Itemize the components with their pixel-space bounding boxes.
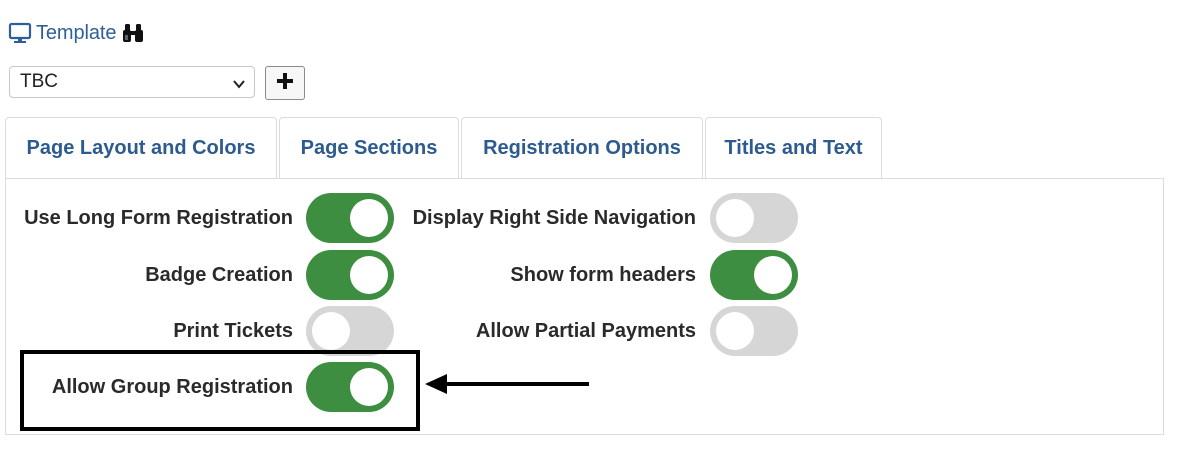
toggle-knob [350, 256, 388, 294]
add-template-button[interactable] [265, 66, 305, 100]
print-tickets-label: Print Tickets [173, 320, 293, 342]
tab-label: Registration Options [483, 136, 681, 159]
monitor-icon [8, 21, 32, 45]
template-select[interactable]: TBC [9, 66, 255, 98]
long-form-label: Use Long Form Registration [24, 207, 293, 229]
template-select-value: TBC [20, 71, 58, 92]
left-arrow-icon [425, 374, 589, 394]
template-header: Template [8, 20, 144, 46]
badge-creation-toggle[interactable] [306, 250, 394, 300]
toggle-knob [754, 256, 792, 294]
badge-creation-label: Badge Creation [145, 264, 293, 286]
toggle-knob [716, 312, 754, 350]
plus-icon [275, 71, 295, 96]
long-form-toggle[interactable] [306, 193, 394, 243]
tab-label: Page Sections [300, 136, 438, 159]
right-nav-toggle[interactable] [710, 193, 798, 243]
toggle-knob [350, 199, 388, 237]
chevron-down-icon [232, 75, 246, 89]
template-label: Template [36, 21, 117, 44]
tab-label: Titles and Text [724, 136, 863, 159]
right-nav-label: Display Right Side Navigation [412, 207, 696, 229]
page-root: Template TBC Page Layout and Colors Page… [0, 0, 1182, 452]
settings-tabs: Page Layout and Colors Page Sections Reg… [5, 117, 884, 179]
tab-registration-options[interactable]: Registration Options [461, 117, 703, 178]
tab-page-sections[interactable]: Page Sections [279, 117, 459, 178]
partial-payments-label: Allow Partial Payments [475, 320, 696, 342]
form-headers-toggle[interactable] [710, 250, 798, 300]
binoculars-icon[interactable] [122, 23, 144, 43]
tab-page-layout-and-colors[interactable]: Page Layout and Colors [5, 117, 277, 178]
tab-label: Page Layout and Colors [26, 136, 256, 159]
form-headers-label: Show form headers [510, 264, 696, 286]
print-tickets-toggle[interactable] [306, 306, 394, 356]
toggle-knob [716, 199, 754, 237]
partial-payments-toggle[interactable] [710, 306, 798, 356]
highlight-box [20, 350, 420, 431]
toggle-knob [312, 312, 350, 350]
tab-titles-and-text[interactable]: Titles and Text [705, 117, 882, 178]
